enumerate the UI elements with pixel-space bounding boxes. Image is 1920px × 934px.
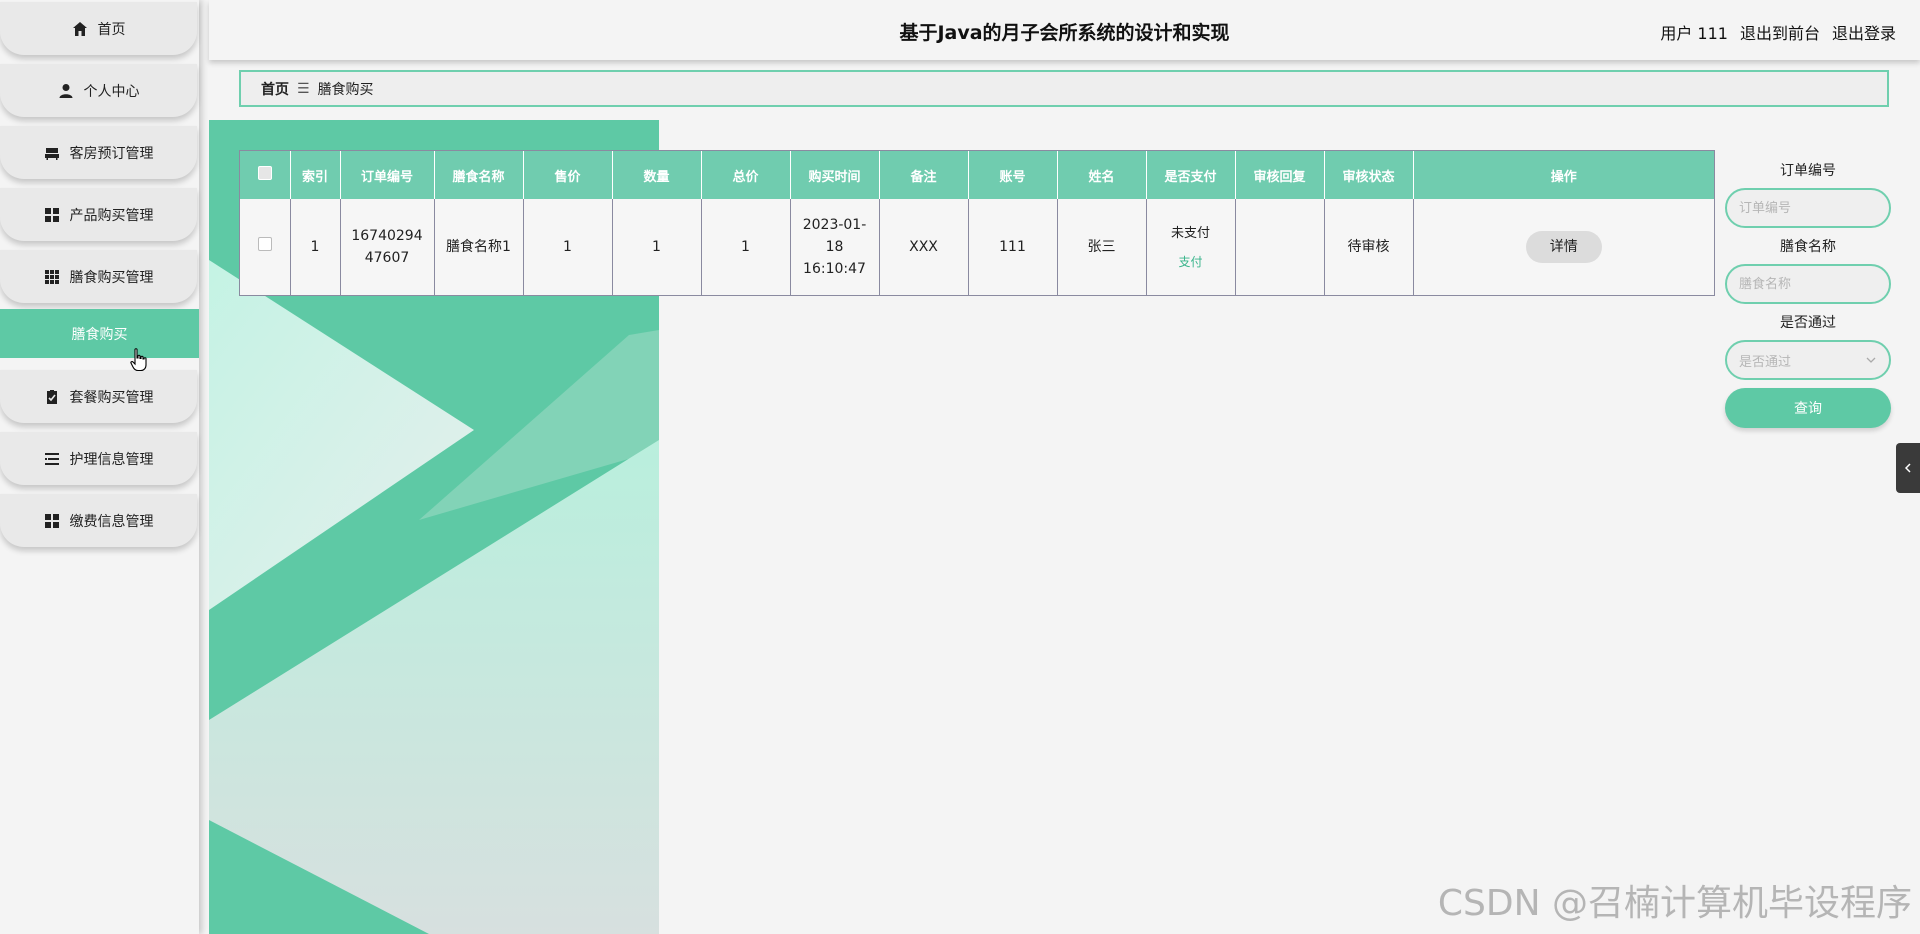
sidebar-item-meal-purchase[interactable]: 膳食购买管理 <box>0 250 197 303</box>
sidebar-item-home[interactable]: 首页 <box>0 2 197 55</box>
user-icon <box>58 83 74 99</box>
cell-paid: 未支付 支付 <box>1146 199 1236 295</box>
cell-price: 1 <box>523 199 613 295</box>
sidebar-item-label: 客房预订管理 <box>69 145 154 162</box>
home-icon <box>72 21 88 37</box>
clipboard-icon <box>44 389 60 405</box>
sidebar-item-label: 套餐购买管理 <box>69 389 154 406</box>
sidebar-item-room-booking[interactable]: 客房预订管理 <box>0 126 197 179</box>
cell-time: 2023-01-18 16:10:47 <box>790 199 880 295</box>
back-to-front-link[interactable]: 退出到前台 <box>1740 20 1820 44</box>
row-checkbox[interactable] <box>257 237 272 251</box>
sidebar-item-profile[interactable]: 个人中心 <box>0 64 197 117</box>
order-no-text: 1674029447607 <box>351 228 423 266</box>
sidebar-item-label: 膳食购买管理 <box>69 269 154 286</box>
meal-name-label: 膳食名称 <box>1780 239 1836 255</box>
column-header: 姓名 <box>1057 151 1147 199</box>
pay-link[interactable]: 支付 <box>1148 251 1234 273</box>
meal-purchase-table: 索引 订单编号 膳食名称 售价 数量 总价 购买时间 备注 账号 姓名 是否支付… <box>239 150 1715 296</box>
column-header: 审核状态 <box>1324 151 1414 199</box>
sidebar-item-product-purchase[interactable]: 产品购买管理 <box>0 188 197 241</box>
sidebar: 首页 个人中心 客房预订管理 产品购买管理 膳食购买管理 膳食购买 套餐购买管理 <box>0 0 199 934</box>
logout-link[interactable]: 退出登录 <box>1832 20 1896 44</box>
detail-button[interactable]: 详情 <box>1525 231 1602 263</box>
column-header: 订单编号 <box>340 151 435 199</box>
user-area: 用户 111 退出到前台 退出登录 <box>1660 20 1896 44</box>
table-row: 1 1674029447607 膳食名称1 1 1 1 2023-01-18 1… <box>240 199 1714 295</box>
time-text: 2023-01-18 16:10:47 <box>802 217 867 277</box>
cell-status: 待审核 <box>1324 199 1414 295</box>
cell-total: 1 <box>701 199 791 295</box>
select-all-cell[interactable] <box>240 151 291 199</box>
order-no-label: 订单编号 <box>1780 163 1836 179</box>
apps-icon <box>44 269 60 285</box>
pass-select[interactable]: 是否通过 <box>1725 340 1891 380</box>
paid-status: 未支付 <box>1170 225 1210 241</box>
pass-select-placeholder: 是否通过 <box>1739 354 1792 370</box>
breadcrumb: 首页 ☰ 膳食购买 <box>239 70 1889 107</box>
order-no-input[interactable] <box>1725 188 1891 228</box>
list-icon <box>44 451 60 467</box>
row-select-cell[interactable] <box>240 199 291 295</box>
sidebar-item-label: 首页 <box>97 21 126 38</box>
bed-icon <box>44 145 60 161</box>
search-panel: 订单编号 膳食名称 是否通过 是否通过 查询 <box>1725 150 1891 428</box>
sidebar-subitem-meal-purchase[interactable]: 膳食购买 <box>0 309 199 358</box>
column-header: 数量 <box>612 151 702 199</box>
sidebar-item-label: 护理信息管理 <box>69 451 154 468</box>
cell-person: 张三 <box>1057 199 1147 295</box>
cell-account: 111 <box>968 199 1058 295</box>
cell-actions: 详情 <box>1413 199 1714 295</box>
sidebar-item-nursing-info[interactable]: 护理信息管理 <box>0 432 197 485</box>
top-header: 基于Java的月子会所系统的设计和实现 用户 111 退出到前台 退出登录 <box>209 0 1920 60</box>
chevron-down-icon <box>1866 357 1876 363</box>
user-label: 用户 111 <box>1660 24 1728 43</box>
column-header: 售价 <box>523 151 613 199</box>
cell-reply <box>1235 199 1325 295</box>
column-header: 操作 <box>1550 169 1577 185</box>
select-all-checkbox[interactable] <box>257 166 272 180</box>
cell-remark: XXX <box>879 199 969 295</box>
cell-order-no: 1674029447607 <box>340 199 435 295</box>
breadcrumb-separator: ☰ <box>297 80 310 97</box>
query-button[interactable]: 查询 <box>1725 388 1891 428</box>
grid-icon <box>44 207 60 223</box>
sidebar-item-label: 产品购买管理 <box>69 207 154 224</box>
table-header-row: 索引 订单编号 膳食名称 售价 数量 总价 购买时间 备注 账号 姓名 是否支付… <box>240 151 1714 199</box>
watermark: CSDN @召楠计算机毕设程序 <box>1437 883 1912 924</box>
breadcrumb-current: 膳食购买 <box>317 81 374 98</box>
meal-name-input[interactable] <box>1725 264 1891 304</box>
breadcrumb-home[interactable]: 首页 <box>261 79 289 99</box>
column-header: 审核回复 <box>1235 151 1325 199</box>
column-header: 购买时间 <box>790 151 880 199</box>
sidebar-item-label: 个人中心 <box>83 83 140 100</box>
hand-cursor-icon <box>130 348 147 372</box>
side-collapse-tab[interactable] <box>1896 443 1920 493</box>
chevron-left-icon <box>1904 463 1911 473</box>
column-header: 是否支付 <box>1146 151 1236 199</box>
column-header: 索引 <box>290 151 341 199</box>
sidebar-item-package-purchase[interactable]: 套餐购买管理 <box>0 370 197 423</box>
sidebar-item-payment-info[interactable]: 缴费信息管理 <box>0 494 197 547</box>
grid-icon <box>44 513 60 529</box>
column-header: 账号 <box>968 151 1058 199</box>
column-header: 备注 <box>879 151 969 199</box>
column-header: 总价 <box>701 151 791 199</box>
cell-qty: 1 <box>612 199 702 295</box>
cell-meal-name: 膳食名称1 <box>434 199 524 295</box>
pass-label: 是否通过 <box>1780 315 1836 331</box>
sidebar-item-label: 缴费信息管理 <box>69 513 154 530</box>
column-header: 膳食名称 <box>434 151 524 199</box>
cell-index: 1 <box>290 199 341 295</box>
